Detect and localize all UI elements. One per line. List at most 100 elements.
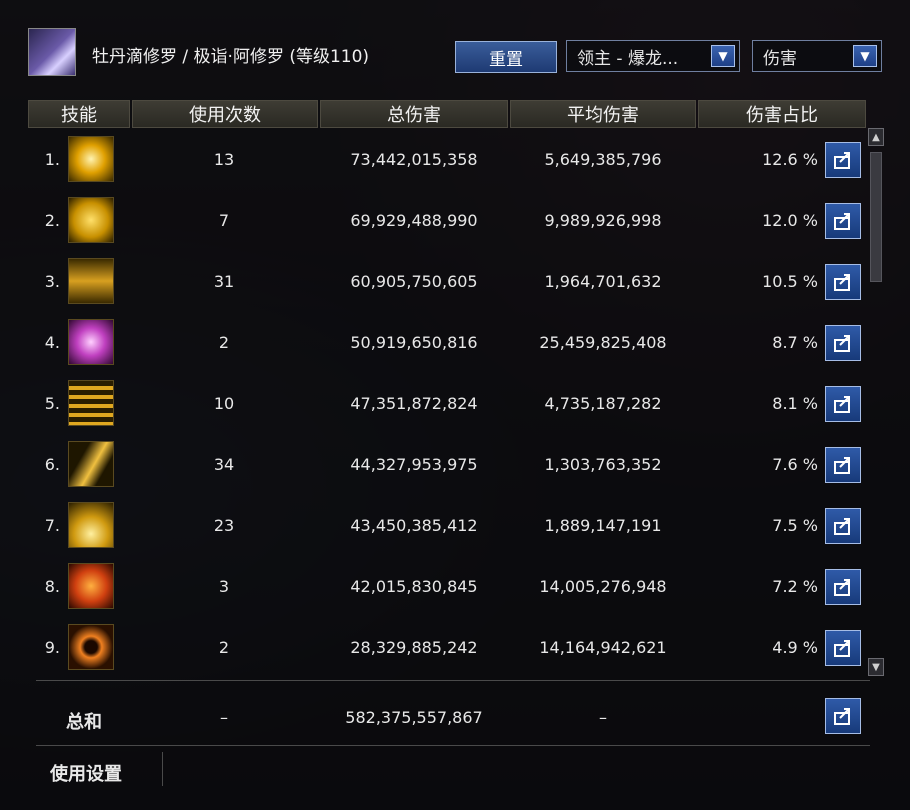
share-icon <box>834 518 850 535</box>
reset-button[interactable]: 重置 <box>455 41 557 73</box>
share-icon <box>834 396 850 413</box>
row-rank: 6. <box>44 455 60 474</box>
row-rank: 9. <box>44 638 60 657</box>
column-uses[interactable]: 使用次数 <box>132 100 318 128</box>
row-damage-share: 7.2 % <box>772 577 818 596</box>
row-total-damage: 60,905,750,605 <box>350 272 478 291</box>
row-total-damage: 43,450,385,412 <box>350 516 478 535</box>
row-average-damage: 9,989,926,998 <box>544 211 662 230</box>
damage-type-select[interactable]: 伤害 ▼ <box>752 40 882 72</box>
row-average-damage: 1,303,763,352 <box>544 455 662 474</box>
column-total-damage[interactable]: 总伤害 <box>320 100 508 128</box>
chevron-down-icon[interactable]: ▼ <box>853 45 877 67</box>
total-uses: – <box>220 708 228 727</box>
share-button[interactable] <box>825 508 861 544</box>
share-button[interactable] <box>825 203 861 239</box>
row-uses: 7 <box>218 211 230 230</box>
row-total-damage: 50,919,650,816 <box>350 333 478 352</box>
flame-demon-icon <box>68 563 114 609</box>
crown-spike-icon <box>68 502 114 548</box>
row-average-damage: 1,964,701,632 <box>544 272 662 291</box>
share-button[interactable] <box>825 386 861 422</box>
row-total-damage: 47,351,872,824 <box>350 394 478 413</box>
share-button[interactable] <box>825 447 861 483</box>
row-total-damage: 69,929,488,990 <box>350 211 478 230</box>
scroll-down-icon[interactable]: ▼ <box>868 658 884 676</box>
row-rank: 7. <box>44 516 60 535</box>
table-row: 7. 23 43,450,385,412 1,889,147,191 7.5 % <box>0 496 910 557</box>
share-icon <box>834 213 850 230</box>
row-rank: 5. <box>44 394 60 413</box>
column-average-damage[interactable]: 平均伤害 <box>510 100 696 128</box>
row-average-damage: 25,459,825,408 <box>539 333 667 352</box>
row-rank: 8. <box>44 577 60 596</box>
total-average-damage: – <box>599 708 607 727</box>
table-header: 技能 使用次数 总伤害 平均伤害 伤害占比 <box>28 100 868 128</box>
share-icon <box>834 274 850 291</box>
table-row: 8. 3 42,015,830,845 14,005,276,948 7.2 % <box>0 557 910 618</box>
golden-ring-icon <box>68 380 114 426</box>
row-total-damage: 28,329,885,242 <box>350 638 478 657</box>
share-icon <box>834 335 850 352</box>
row-damage-share: 8.1 % <box>772 394 818 413</box>
row-uses: 23 <box>213 516 235 535</box>
row-uses: 34 <box>213 455 235 474</box>
scrollbar[interactable]: ▲ ▼ <box>868 128 886 676</box>
damage-type-value: 伤害 <box>763 48 797 69</box>
row-damage-share: 7.6 % <box>772 455 818 474</box>
table-row: 9. 2 28,329,885,242 14,164,942,621 4.9 % <box>0 618 910 679</box>
character-avatar <box>28 28 76 76</box>
chevron-down-icon[interactable]: ▼ <box>711 45 735 67</box>
column-damage-share[interactable]: 伤害占比 <box>698 100 866 128</box>
row-damage-share: 12.0 % <box>762 211 818 230</box>
lightning-cloud-icon <box>68 197 114 243</box>
table-row: 1. 13 73,442,015,358 5,649,385,796 12.6 … <box>0 130 910 191</box>
divider <box>36 680 870 681</box>
share-button[interactable] <box>825 264 861 300</box>
row-rank: 1. <box>44 150 60 169</box>
row-damage-share: 10.5 % <box>762 272 818 291</box>
share-icon <box>834 579 850 596</box>
share-button[interactable] <box>825 569 861 605</box>
total-label: 总和 <box>66 712 102 733</box>
row-total-damage: 44,327,953,975 <box>350 455 478 474</box>
usage-settings-tab[interactable]: 使用设置 <box>50 760 122 786</box>
warrior-silhouette-icon <box>68 258 114 304</box>
target-select-value: 领主 - 爆龙... <box>577 48 679 69</box>
row-uses: 31 <box>213 272 235 291</box>
share-icon <box>834 457 850 474</box>
row-total-damage: 42,015,830,845 <box>350 577 478 596</box>
row-damage-share: 7.5 % <box>772 516 818 535</box>
table-row: 5. 10 47,351,872,824 4,735,187,282 8.1 % <box>0 374 910 435</box>
target-select[interactable]: 领主 - 爆龙... ▼ <box>566 40 740 72</box>
row-average-damage: 14,005,276,948 <box>539 577 667 596</box>
row-average-damage: 5,649,385,796 <box>544 150 662 169</box>
table-row: 2. 7 69,929,488,990 9,989,926,998 12.0 % <box>0 191 910 252</box>
row-damage-share: 4.9 % <box>772 638 818 657</box>
total-damage: 582,375,557,867 <box>345 708 483 727</box>
row-rank: 2. <box>44 211 60 230</box>
row-average-damage: 1,889,147,191 <box>544 516 662 535</box>
table-row: 4. 2 50,919,650,816 25,459,825,408 8.7 % <box>0 313 910 374</box>
row-rank: 3. <box>44 272 60 291</box>
row-uses: 13 <box>213 150 235 169</box>
eye-sigil-icon <box>68 624 114 670</box>
character-title: 牡丹滴修罗 / 极诣·阿修罗 (等级110) <box>92 47 370 67</box>
column-skill[interactable]: 技能 <box>28 100 130 128</box>
share-button[interactable] <box>825 698 861 734</box>
row-rank: 4. <box>44 333 60 352</box>
burst-icon <box>68 136 114 182</box>
row-average-damage: 4,735,187,282 <box>544 394 662 413</box>
row-damage-share: 8.7 % <box>772 333 818 352</box>
share-button[interactable] <box>825 142 861 178</box>
share-button[interactable] <box>825 630 861 666</box>
damage-stats-panel: 牡丹滴修罗 / 极诣·阿修罗 (等级110) 重置 领主 - 爆龙... ▼ 伤… <box>0 0 910 810</box>
share-icon <box>834 152 850 169</box>
scroll-up-icon[interactable]: ▲ <box>868 128 884 146</box>
table-row: 6. 34 44,327,953,975 1,303,763,352 7.6 % <box>0 435 910 496</box>
share-button[interactable] <box>825 325 861 361</box>
wave-slash-icon <box>68 441 114 487</box>
row-uses: 3 <box>218 577 230 596</box>
row-average-damage: 14,164,942,621 <box>539 638 667 657</box>
scroll-thumb[interactable] <box>870 152 882 282</box>
